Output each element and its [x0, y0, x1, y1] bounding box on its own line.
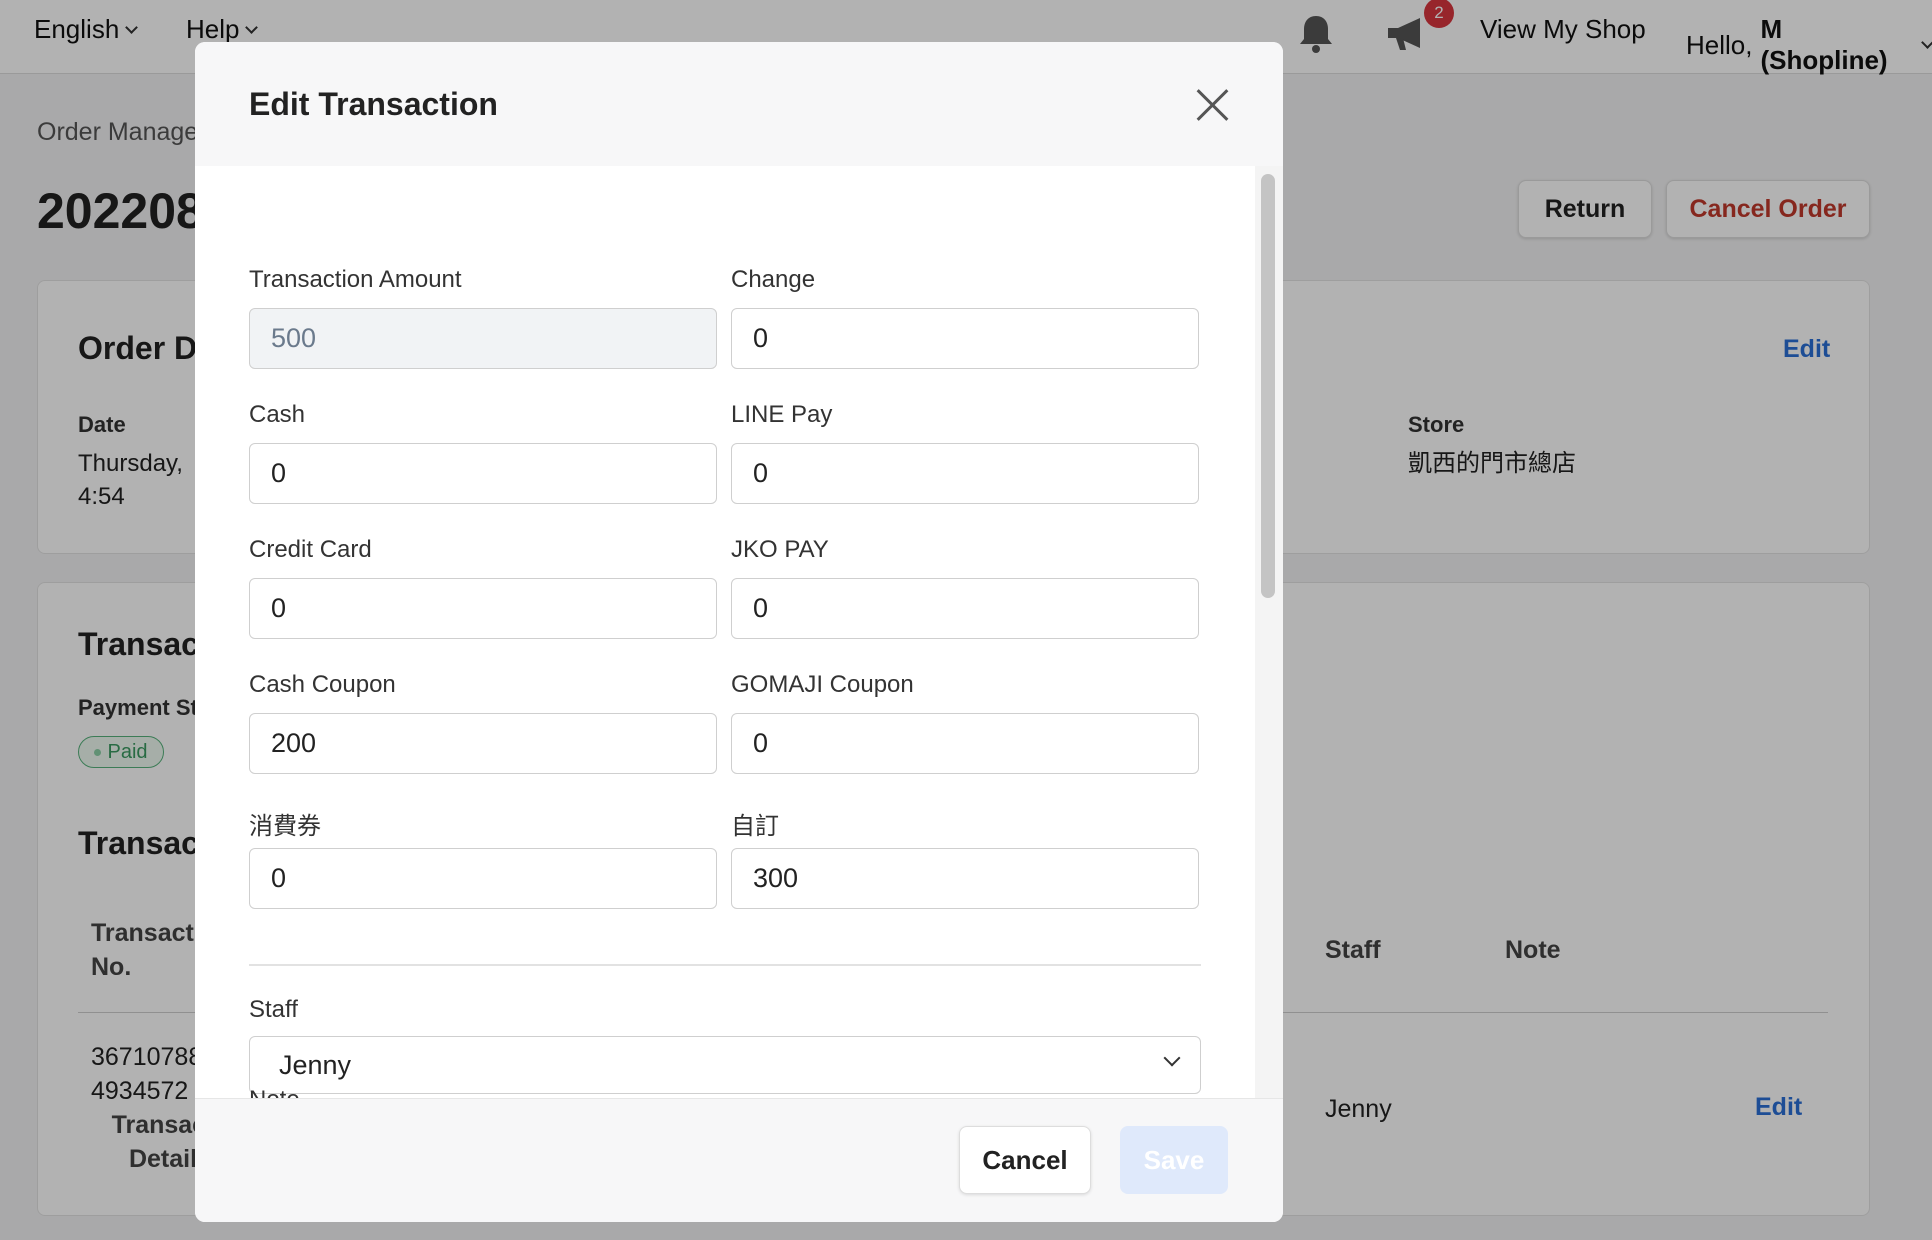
chevron-down-icon	[1163, 1049, 1181, 1067]
cash-coupon-label: Cash Coupon	[249, 671, 396, 698]
staff-selected-value: Jenny	[279, 1049, 352, 1080]
jko-pay-label: JKO PAY	[731, 536, 829, 563]
cash-label: Cash	[249, 401, 306, 428]
edit-transaction-modal: Edit Transaction Transaction Amount Chan…	[195, 42, 1283, 1222]
close-icon[interactable]	[1193, 86, 1231, 124]
cancel-button[interactable]: Cancel	[959, 1126, 1091, 1194]
save-button[interactable]: Save	[1120, 1126, 1228, 1194]
line-pay-field[interactable]	[731, 443, 1199, 504]
cash-field[interactable]	[249, 443, 717, 504]
voucher-field[interactable]	[249, 848, 717, 909]
custom-payment-field[interactable]	[731, 848, 1199, 909]
credit-card-label: Credit Card	[249, 536, 372, 563]
voucher-label: 消費券	[249, 813, 321, 840]
staff-select[interactable]: Jenny	[249, 1036, 1201, 1094]
note-label: Note	[249, 1086, 300, 1098]
transaction-amount-label: Transaction Amount	[249, 266, 462, 293]
modal-header: Edit Transaction	[195, 42, 1283, 166]
scrollbar-thumb[interactable]	[1261, 174, 1275, 598]
change-label: Change	[731, 266, 816, 293]
transaction-amount-field	[249, 308, 717, 369]
cash-coupon-field[interactable]	[249, 713, 717, 774]
change-field[interactable]	[731, 308, 1199, 369]
staff-label: Staff	[249, 996, 298, 1023]
modal-body: Transaction Amount Change Cash LINE Pay …	[195, 166, 1255, 1098]
modal-title: Edit Transaction	[249, 86, 498, 122]
gomaji-coupon-label: GOMAJI Coupon	[731, 671, 914, 698]
line-pay-label: LINE Pay	[731, 401, 833, 428]
custom-payment-label: 自訂	[731, 813, 779, 840]
credit-card-field[interactable]	[249, 578, 717, 639]
gomaji-coupon-field[interactable]	[731, 713, 1199, 774]
section-divider	[249, 964, 1201, 966]
jko-pay-field[interactable]	[731, 578, 1199, 639]
